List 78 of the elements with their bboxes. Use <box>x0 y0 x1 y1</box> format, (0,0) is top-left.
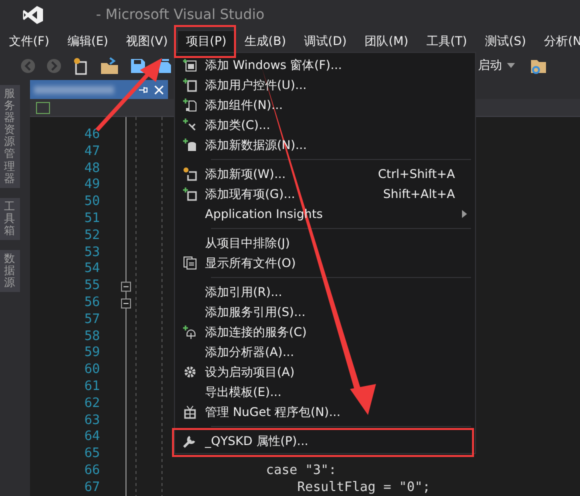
collapse-icon[interactable] <box>121 298 131 308</box>
menu-item[interactable]: 项目(P) <box>176 30 236 52</box>
highlight-frame <box>174 25 236 58</box>
side-tab[interactable]: 数据源 <box>0 250 20 292</box>
line-number: 65 <box>83 446 100 463</box>
line-number: 58 <box>83 328 100 346</box>
line-number: 54 <box>83 261 100 278</box>
menu-option[interactable]: 添加连接的服务(C) <box>175 322 475 342</box>
side-tab[interactable]: 服务器资源管理器 <box>0 85 20 188</box>
menu-item[interactable]: 生成(B) <box>235 30 296 52</box>
menu-option[interactable]: 添加引用(R)... <box>175 282 475 302</box>
line-number: 52 <box>83 228 100 245</box>
save-icon[interactable] <box>130 58 146 74</box>
side-tab[interactable]: 工具箱 <box>0 198 20 240</box>
menu-option[interactable]: 添加类(C)... <box>175 115 475 135</box>
save-all-icon[interactable] <box>156 58 172 74</box>
service-icon <box>183 325 197 339</box>
menu-option[interactable]: 管理 NuGet 程序包(N)... <box>175 402 475 422</box>
window-title: - Microsoft Visual Studio <box>96 6 264 24</box>
menu-item[interactable]: 编辑(E) <box>58 30 118 52</box>
wrench-icon <box>183 434 197 448</box>
editor-tab[interactable] <box>30 80 168 99</box>
line-number: 51 <box>83 210 100 228</box>
menu-item[interactable]: 测试(S) <box>476 30 536 52</box>
line-number: 55 <box>83 278 100 295</box>
menu-item[interactable]: 工具(T) <box>417 30 476 52</box>
line-number: 49 <box>83 177 100 194</box>
line-number: 47 <box>83 144 100 161</box>
gift-icon <box>183 405 197 419</box>
shortcut-label: Ctrl+Shift+A <box>378 166 455 183</box>
pin-icon[interactable] <box>138 84 148 94</box>
menu-item[interactable]: 文件(F) <box>0 30 58 52</box>
menu-option[interactable]: 添加服务引用(S)... <box>175 302 475 322</box>
line-number: 62 <box>83 396 100 413</box>
menu-item[interactable]: 调试(D) <box>295 30 356 52</box>
database-icon <box>183 138 197 152</box>
menu-item[interactable]: 团队(M) <box>356 30 418 52</box>
line-number: 57 <box>83 312 100 329</box>
line-number: 61 <box>83 378 100 396</box>
new-project-icon[interactable] <box>72 57 90 75</box>
line-number: 48 <box>83 160 100 178</box>
menu-option[interactable]: 显示所有文件(O) <box>175 253 475 273</box>
menu-option[interactable]: 添加新项(W)... Ctrl+Shift+A <box>175 164 475 184</box>
user-control-icon <box>183 78 197 92</box>
folder-icon[interactable] <box>100 57 120 75</box>
line-number: 56 <box>83 294 100 312</box>
line-number: 59 <box>83 345 100 362</box>
menu-item[interactable]: 视图(V) <box>117 30 177 52</box>
line-number: 53 <box>83 244 100 262</box>
form-icon <box>183 58 197 72</box>
menu-option[interactable]: 添加现有项(G)... Shift+Alt+A <box>175 184 475 204</box>
line-number: 60 <box>83 362 100 379</box>
menu-option[interactable]: _QYSKD 属性(P)... <box>175 431 475 451</box>
menu-option[interactable]: 添加分析器(A)... <box>175 342 475 362</box>
documents-icon <box>183 256 197 270</box>
settings-icon <box>183 365 197 379</box>
collapse-icon[interactable] <box>121 282 131 292</box>
menu-option[interactable]: 从项目中排除(J) <box>175 233 475 253</box>
shortcut-label: Shift+Alt+A <box>383 186 455 203</box>
start-label[interactable]: 启动 <box>478 56 502 74</box>
code-line: case "3": <box>266 462 336 480</box>
menu-option[interactable]: 设为启动项目(A) <box>175 362 475 382</box>
line-number: 46 <box>83 127 100 144</box>
menu-option[interactable]: 导出模板(E)... <box>175 382 475 402</box>
component-icon <box>183 98 197 112</box>
menu-option[interactable]: 添加用户控件(U)... <box>175 75 475 95</box>
new-item-icon <box>183 167 197 181</box>
line-number: 63 <box>83 412 100 430</box>
line-number: 67 <box>83 480 100 496</box>
close-icon[interactable] <box>154 84 164 94</box>
logo-icon <box>22 5 44 25</box>
code-line: ResultFlag = "0"; <box>296 480 430 496</box>
existing-item-icon <box>183 187 197 201</box>
dropdown-caret-icon[interactable] <box>507 63 515 68</box>
menu-option[interactable]: 添加 Windows 窗体(F)... <box>175 55 475 75</box>
line-number: 64 <box>83 429 100 446</box>
line-number: 66 <box>83 462 100 480</box>
line-number: 50 <box>83 194 100 211</box>
